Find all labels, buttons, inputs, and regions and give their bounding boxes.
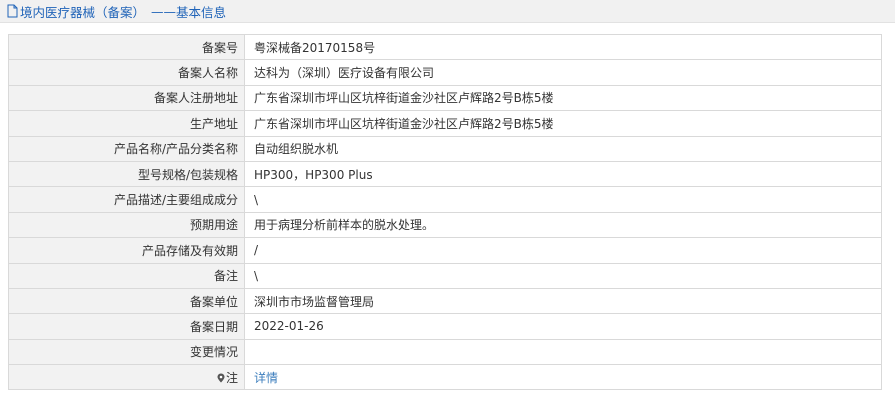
row-label: 备案人注册地址	[153, 91, 238, 106]
row-label: 备注	[213, 269, 238, 284]
row-label-cell: 备注	[8, 262, 245, 289]
pin-icon	[217, 373, 225, 383]
row-label: 产品名称/产品分类名称	[113, 142, 238, 157]
row-label-cell: 备案号	[8, 33, 245, 61]
row-value: 粤深械备20170158号	[254, 40, 376, 55]
row-value: 广东省深圳市坪山区坑梓街道金沙社区卢辉路2号B栋5楼	[254, 91, 554, 106]
table-row: 注 详情	[8, 364, 882, 391]
row-value: \	[254, 192, 259, 207]
row-value: 2022-01-26	[254, 319, 324, 334]
row-label: 变更情况	[189, 345, 238, 360]
row-label-cell: 产品描述/主要组成成分	[8, 186, 245, 213]
row-label: 产品描述/主要组成成分	[113, 193, 238, 208]
row-value-cell: 2022-01-26	[244, 313, 882, 340]
row-label: 备案单位	[189, 294, 238, 309]
table-row: 备案人注册地址 广东省深圳市坪山区坑梓街道金沙社区卢辉路2号B栋5楼	[8, 84, 882, 112]
row-value-cell: 用于病理分析前样本的脱水处理。	[244, 211, 882, 239]
row-value-cell: 达科为（深圳）医疗设备有限公司	[244, 59, 882, 86]
table-row: 型号规格/包装规格 HP300，HP300 Plus	[8, 160, 882, 188]
row-value-cell: 详情	[244, 364, 882, 391]
row-label: 生产地址	[189, 116, 238, 131]
row-label-cell: 型号规格/包装规格	[8, 160, 245, 188]
page-title: 境内医疗器械（备案）	[20, 4, 146, 20]
table-row: 产品名称/产品分类名称 自动组织脱水机	[8, 135, 882, 162]
row-label: 备案日期	[189, 319, 238, 334]
row-value: 广东省深圳市坪山区坑梓街道金沙社区卢辉路2号B栋5楼	[254, 116, 554, 131]
details-link[interactable]: 详情	[254, 371, 278, 385]
table-row: 预期用途 用于病理分析前样本的脱水处理。	[8, 211, 882, 239]
row-label-cell: 备案日期	[8, 313, 245, 340]
row-label-cell: 备案人名称	[8, 59, 245, 86]
row-label-cell: 变更情况	[8, 338, 245, 366]
row-value-cell: 广东省深圳市坪山区坑梓街道金沙社区卢辉路2号B栋5楼	[244, 110, 882, 137]
row-label-cell: 产品存储及有效期	[8, 237, 245, 264]
table-row: 备案单位 深圳市市场监督管理局	[8, 287, 882, 315]
title-separator: ——	[151, 3, 177, 19]
row-value: \	[254, 268, 259, 283]
row-label: 预期用途	[189, 218, 238, 233]
table-row: 备注 \	[8, 262, 882, 289]
row-label-cell: 备案人注册地址	[8, 84, 245, 112]
document-icon	[7, 4, 18, 18]
row-value: 自动组织脱水机	[254, 142, 339, 157]
section-title: 基本信息	[176, 4, 227, 20]
row-label: 产品存储及有效期	[141, 243, 238, 258]
table-row: 备案日期 2022-01-26	[8, 313, 882, 340]
row-label-cell: 产品名称/产品分类名称	[8, 135, 245, 162]
row-value-cell	[244, 338, 882, 366]
row-value: HP300，HP300 Plus	[254, 167, 373, 182]
row-label: 备案人名称	[177, 66, 238, 81]
row-value-cell: /	[244, 237, 882, 264]
row-label-cell: 生产地址	[8, 110, 245, 137]
row-label-cell: 备案单位	[8, 287, 245, 315]
row-label-cell: 注	[8, 364, 245, 391]
row-value: 用于病理分析前样本的脱水处理。	[254, 218, 435, 233]
row-value: /	[254, 243, 259, 258]
row-value-cell: 广东省深圳市坪山区坑梓街道金沙社区卢辉路2号B栋5楼	[244, 84, 882, 112]
table-row: 产品存储及有效期 /	[8, 237, 882, 264]
table-row: 备案号 粤深械备20170158号	[8, 33, 882, 61]
table-row: 备案人名称 达科为（深圳）医疗设备有限公司	[8, 59, 882, 86]
row-value-cell: 自动组织脱水机	[244, 135, 882, 162]
row-value: 达科为（深圳）医疗设备有限公司	[254, 66, 435, 81]
row-label-cell: 预期用途	[8, 211, 245, 239]
row-label: 备案号	[201, 40, 238, 55]
table-row: 生产地址 广东省深圳市坪山区坑梓街道金沙社区卢辉路2号B栋5楼	[8, 110, 882, 137]
page-header: 境内医疗器械（备案） —— 基本信息	[0, 0, 895, 23]
row-value-cell: \	[244, 262, 882, 289]
row-value-cell: 深圳市市场监督管理局	[244, 287, 882, 315]
table-row: 产品描述/主要组成成分 \	[8, 186, 882, 213]
table-row: 变更情况	[8, 338, 882, 366]
row-value-cell: \	[244, 186, 882, 213]
row-label: 型号规格/包装规格	[137, 167, 238, 182]
row-value-cell: 粤深械备20170158号	[244, 33, 882, 61]
row-value-cell: HP300，HP300 Plus	[244, 160, 882, 188]
row-value: 深圳市市场监督管理局	[254, 294, 375, 309]
row-label: 注	[225, 370, 238, 385]
info-table: 备案号 粤深械备20170158号备案人名称 达科为（深圳）医疗设备有限公司备案人注…	[8, 33, 882, 391]
